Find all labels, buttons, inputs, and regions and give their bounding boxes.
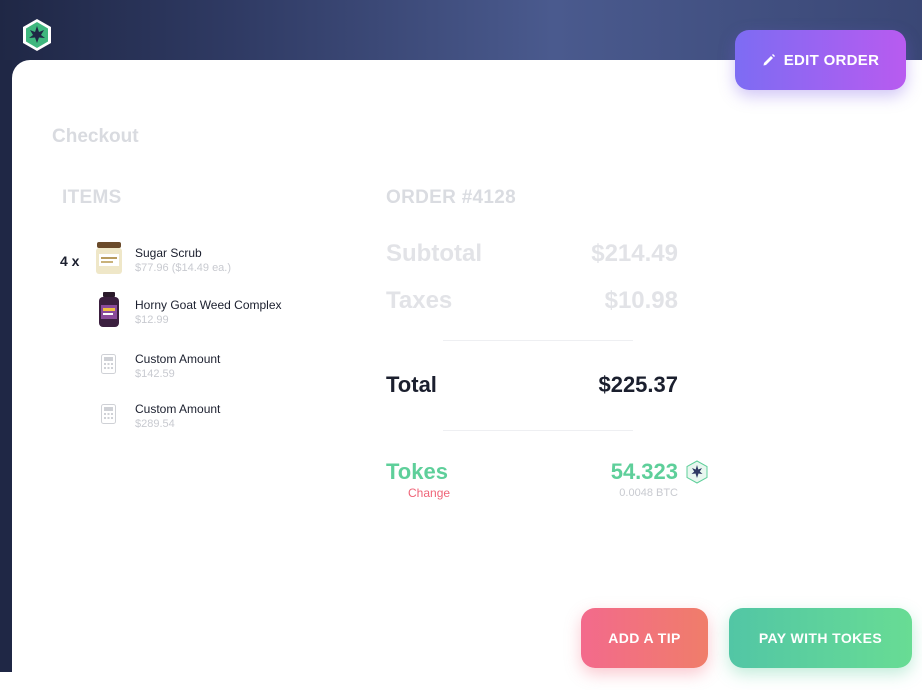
taxes-value: $10.98 bbox=[604, 287, 678, 314]
item-name: Custom Amount bbox=[135, 352, 221, 366]
divider bbox=[443, 430, 633, 431]
edit-order-label: EDIT ORDER bbox=[783, 51, 880, 69]
list-item[interactable]: Custom Amount $142.59 bbox=[60, 346, 360, 396]
total-value: $225.37 bbox=[598, 372, 678, 397]
toke-coin-icon bbox=[686, 460, 708, 484]
item-name: Sugar Scrub bbox=[135, 246, 202, 260]
taxes-row: Taxes $10.98 bbox=[386, 287, 678, 323]
subtotal-label: Subtotal bbox=[386, 240, 482, 267]
tokes-amount: 54.323 bbox=[610, 459, 678, 484]
calculator-icon bbox=[101, 404, 116, 424]
app-logo-icon[interactable] bbox=[20, 18, 54, 52]
jar-thumbnail bbox=[96, 242, 122, 274]
item-name: Custom Amount bbox=[135, 402, 221, 416]
calculator-icon bbox=[101, 354, 116, 374]
item-price: $142.59 bbox=[135, 368, 175, 380]
item-price: $12.99 bbox=[135, 314, 169, 326]
item-quantity: 4 x bbox=[60, 253, 80, 269]
item-price: $289.54 bbox=[135, 418, 175, 430]
change-currency-link[interactable]: Change bbox=[408, 486, 450, 500]
page-title: Checkout bbox=[52, 126, 139, 147]
btc-equivalent: 0.0048 BTC bbox=[619, 487, 678, 499]
tokes-label: Tokes bbox=[386, 459, 448, 484]
items-heading: ITEMS bbox=[62, 187, 122, 208]
bottle-thumbnail bbox=[99, 292, 119, 327]
pay-with-tokes-button[interactable]: PAY WITH TOKES bbox=[729, 608, 912, 668]
list-item[interactable]: 4 x Sugar Scrub $77.96 ($14.49 ea.) bbox=[60, 240, 360, 290]
list-item[interactable]: Horny Goat Weed Complex $12.99 bbox=[60, 292, 360, 342]
item-name: Horny Goat Weed Complex bbox=[135, 298, 282, 312]
item-price: $77.96 ($14.49 ea.) bbox=[135, 262, 232, 274]
edit-order-button[interactable]: EDIT ORDER bbox=[735, 30, 906, 90]
taxes-label: Taxes bbox=[386, 287, 453, 314]
list-item[interactable]: Custom Amount $289.54 bbox=[60, 396, 360, 446]
subtotal-row: Subtotal $214.49 bbox=[386, 240, 678, 276]
order-number-heading: ORDER #4128 bbox=[386, 187, 517, 208]
left-edge bbox=[0, 60, 12, 672]
pencil-icon bbox=[763, 54, 775, 66]
divider bbox=[443, 340, 633, 341]
add-tip-button[interactable]: ADD A TIP bbox=[581, 608, 708, 668]
subtotal-value: $214.49 bbox=[591, 240, 678, 267]
total-label: Total bbox=[386, 372, 437, 397]
